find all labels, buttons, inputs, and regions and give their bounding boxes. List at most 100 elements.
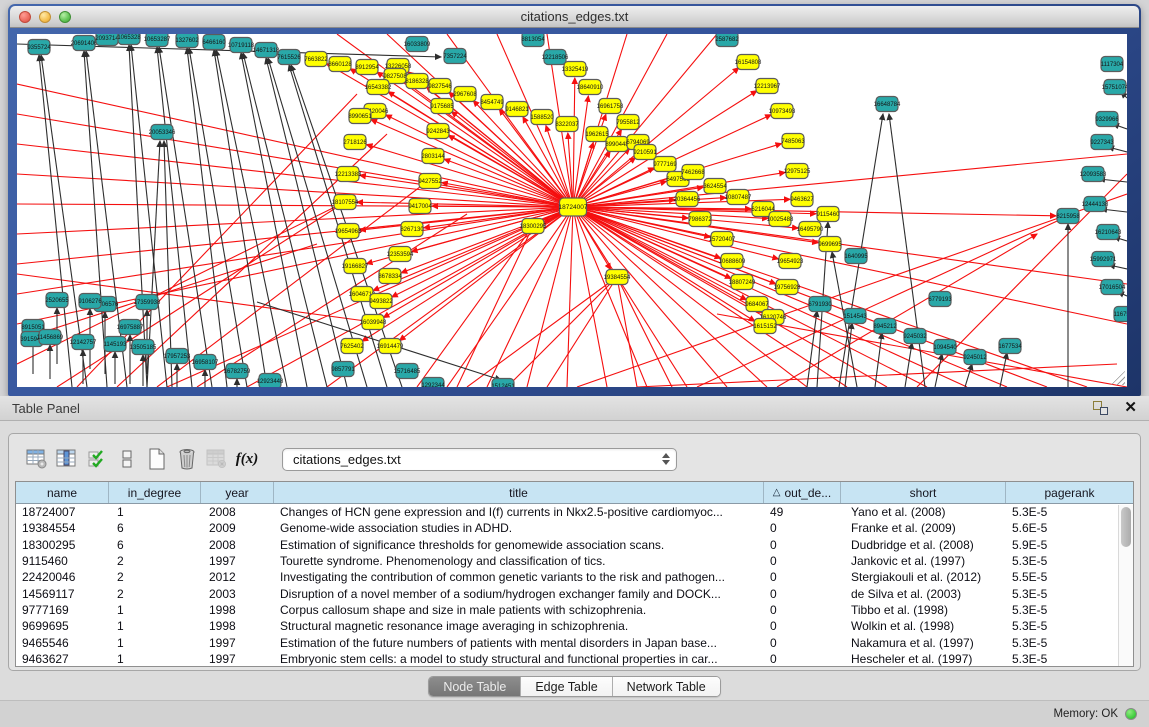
network-node[interactable]: 2803144 — [421, 149, 445, 164]
table-row[interactable]: 946362711997Embryonic stem cells: a mode… — [16, 651, 1133, 667]
network-node[interactable]: 19756928 — [774, 280, 801, 295]
network-node[interactable]: 1292344 — [421, 378, 445, 388]
table-source-select[interactable]: citations_edges.txt — [282, 448, 677, 471]
network-node[interactable]: 16033809 — [404, 37, 431, 52]
table-row[interactable]: 1456911722003Disruption of a novel membe… — [16, 585, 1133, 601]
network-node[interactable]: 19384554 — [604, 270, 631, 285]
network-node[interactable]: 18807249 — [729, 275, 756, 290]
network-node[interactable]: 18300295 — [520, 219, 547, 234]
network-node[interactable]: 17359938 — [134, 295, 161, 310]
network-node[interactable]: 2587682 — [715, 34, 739, 47]
new-file-icon[interactable] — [142, 445, 172, 473]
delete-table-icon[interactable] — [172, 445, 202, 473]
network-node[interactable]: 3624554 — [703, 179, 727, 194]
network-hub-node[interactable]: 18724007 — [559, 198, 588, 216]
network-node[interactable]: 16648784 — [874, 97, 901, 112]
table-row[interactable]: 977716911998Corpus callosum shape and si… — [16, 602, 1133, 618]
network-node[interactable]: 10025488 — [767, 212, 794, 227]
network-node[interactable]: 20053346 — [149, 125, 176, 140]
network-node[interactable]: 9427552 — [418, 174, 442, 189]
vertical-scrollbar[interactable] — [1118, 505, 1133, 666]
network-node[interactable]: 9115460 — [817, 207, 841, 222]
network-node[interactable]: 8813054 — [521, 34, 545, 47]
network-node[interactable]: 9699695 — [818, 237, 842, 252]
network-node[interactable]: 7462668 — [681, 165, 705, 180]
network-node[interactable]: 12444138 — [1082, 197, 1109, 212]
network-node[interactable]: 9463627 — [790, 192, 814, 207]
network-node[interactable]: 9777169 — [653, 157, 677, 172]
network-node[interactable]: 12142757 — [70, 335, 97, 350]
network-node[interactable]: 12975125 — [784, 164, 811, 179]
network-node[interactable]: 16914479 — [377, 339, 404, 354]
network-node[interactable]: 20691406 — [71, 36, 98, 51]
network-node[interactable]: 7357224 — [443, 49, 467, 64]
network-node[interactable]: 9245032 — [903, 329, 927, 344]
network-node[interactable]: 8945212 — [873, 319, 897, 334]
select-all-rows-icon[interactable] — [82, 445, 112, 473]
network-node[interactable]: 2718126 — [343, 135, 367, 150]
table-row[interactable]: 1830029562008Estimation of significance … — [16, 537, 1133, 553]
network-node[interactable]: 12093583 — [1080, 167, 1107, 182]
network-node[interactable]: 2520655 — [45, 293, 69, 308]
table-row[interactable]: 946554611997Estimation of the future num… — [16, 634, 1133, 650]
network-node[interactable]: 7625402 — [340, 339, 364, 354]
function-builder-icon[interactable]: f(x) — [232, 445, 262, 473]
network-node[interactable]: 2093714 — [95, 34, 119, 46]
table-row[interactable]: 2242004622012Investigating the contribut… — [16, 569, 1133, 585]
table-row[interactable]: 1872400712008Changes of HCN gene express… — [16, 504, 1133, 520]
network-canvas[interactable]: 9355724206914062093714106532810653287132… — [17, 34, 1127, 387]
tab-edge-table[interactable]: Edge Table — [521, 677, 612, 696]
network-node[interactable]: 12923448 — [257, 374, 284, 388]
network-node[interactable]: 16039948 — [360, 315, 387, 330]
network-node[interactable]: 8322037 — [555, 117, 579, 132]
network-node[interactable]: 15992971 — [1090, 252, 1117, 267]
network-node[interactable]: 9175685 — [430, 99, 454, 114]
network-node[interactable]: 1677534 — [998, 339, 1022, 354]
network-node[interactable]: 16975887 — [117, 320, 144, 335]
network-node[interactable]: 1167534 — [1114, 307, 1127, 322]
network-node[interactable]: 8678334 — [378, 269, 402, 284]
network-node[interactable]: 8912954 — [355, 60, 379, 75]
network-node[interactable]: 1327602 — [175, 34, 199, 48]
network-node[interactable]: 9210591 — [633, 145, 657, 160]
network-node[interactable]: 1145193 — [104, 337, 128, 352]
network-node[interactable]: 10653287 — [144, 34, 171, 47]
network-node[interactable]: 13325419 — [562, 62, 589, 77]
memory-ok-icon[interactable] — [1125, 708, 1137, 720]
network-node[interactable]: 15751074 — [1102, 80, 1127, 95]
network-node[interactable]: 9417004 — [408, 199, 432, 214]
scrollbar-thumb[interactable] — [1121, 507, 1131, 547]
network-node[interactable]: 12213383 — [335, 167, 362, 182]
window-titlebar[interactable]: citations_edges.txt — [10, 6, 1139, 28]
network-node[interactable]: 10807487 — [725, 190, 752, 205]
network-node[interactable]: 19654963 — [335, 224, 362, 239]
column-header-pagerank[interactable]: pagerank — [1006, 482, 1133, 503]
column-chooser-icon[interactable] — [52, 445, 82, 473]
column-header-in_degree[interactable]: in_degree — [109, 482, 201, 503]
column-header-out_de[interactable]: △out_de... — [764, 482, 841, 503]
network-node[interactable]: 12213967 — [754, 79, 781, 94]
network-node[interactable]: 7986372 — [688, 212, 712, 227]
network-node[interactable]: 10973493 — [769, 104, 796, 119]
network-node[interactable]: 10719118 — [228, 38, 255, 53]
network-node[interactable]: 11456869 — [37, 330, 64, 345]
network-node[interactable]: 1094540 — [933, 340, 957, 355]
network-node[interactable]: 13505185 — [130, 340, 157, 355]
network-node[interactable]: 15716485 — [394, 364, 421, 379]
network-node[interactable]: 18640910 — [577, 80, 604, 95]
network-node[interactable]: 14671318 — [253, 43, 280, 58]
network-node[interactable]: 12353594 — [387, 247, 414, 262]
network-node[interactable]: 9106276 — [78, 294, 102, 309]
network-node[interactable]: 1512451 — [491, 379, 515, 388]
network-node[interactable]: 2967608 — [453, 87, 477, 102]
row-options-icon[interactable] — [112, 445, 142, 473]
table-row[interactable]: 911546021997Tourette syndrome. Phenomeno… — [16, 553, 1133, 569]
column-header-name[interactable]: name — [16, 482, 109, 503]
network-node[interactable]: 20364456 — [674, 192, 701, 207]
network-node[interactable]: 9227343 — [1090, 135, 1114, 150]
network-node[interactable]: 18107554 — [332, 195, 359, 210]
table-row[interactable]: 1938455462009Genome-wide association stu… — [16, 520, 1133, 536]
network-node[interactable]: 7955812 — [616, 115, 640, 130]
network-node[interactable]: 19654923 — [777, 254, 804, 269]
network-node[interactable]: 9827546 — [428, 79, 452, 94]
